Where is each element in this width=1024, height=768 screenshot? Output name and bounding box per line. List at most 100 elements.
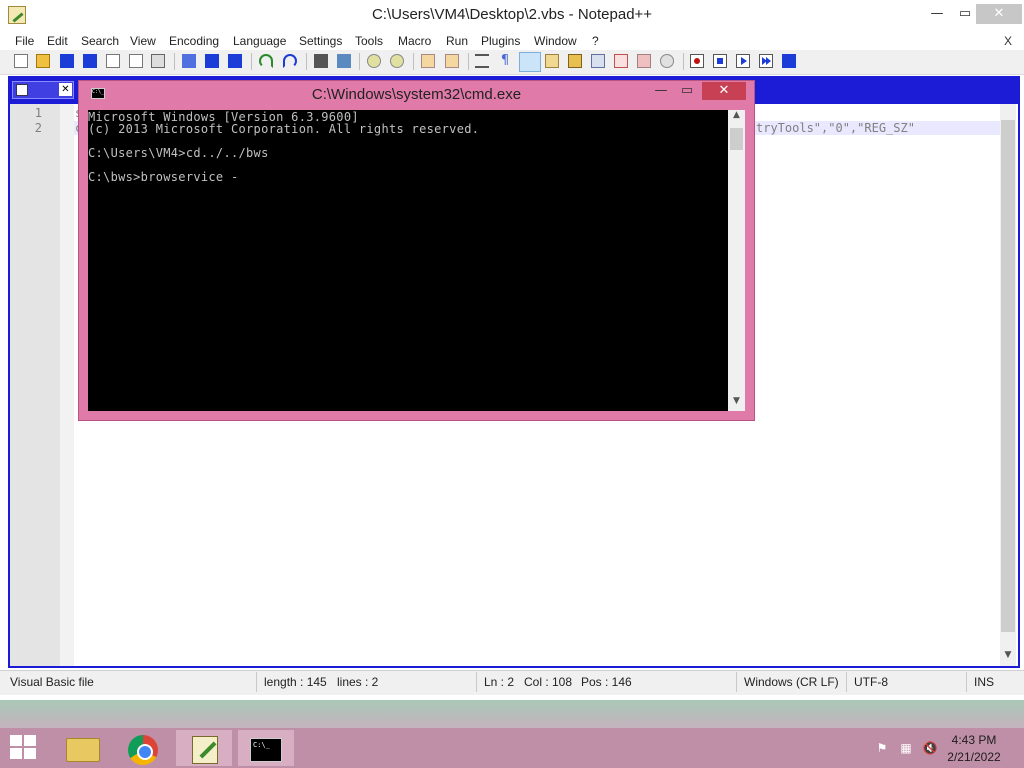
playback-macro-icon[interactable] [736,54,750,68]
cmd-scroll-down-arrow-icon[interactable]: ▼ [728,396,745,410]
desktop-background [0,700,1024,728]
menu-item-tools[interactable]: Tools [355,34,383,48]
cmd-output-line: (c) 2013 Microsoft Corporation. All righ… [88,122,480,136]
close-tab-icon[interactable]: ✕ [59,83,72,96]
document-tab[interactable]: ✕ [12,81,74,99]
redo-icon[interactable] [283,54,297,68]
document-list-icon[interactable] [591,54,605,68]
clock-date[interactable]: 2/21/2022 [944,750,1004,764]
menu-item-help[interactable]: ? [592,34,599,48]
copy-icon[interactable] [205,54,219,68]
status-file-type: Visual Basic file [10,675,94,689]
windows-logo-icon [24,748,36,759]
network-icon[interactable]: ▦ [898,740,914,756]
folder-as-workspace-icon[interactable] [637,54,651,68]
file-tab-icon [16,84,28,96]
menu-item-language[interactable]: Language [233,34,286,48]
minimize-button[interactable]: — [922,4,952,24]
status-encoding: UTF-8 [854,675,888,689]
status-pos: Pos : 146 [581,675,632,689]
action-center-flag-icon[interactable]: ⚑ [874,740,890,756]
status-divider [736,672,737,692]
menu-item-macro[interactable]: Macro [398,34,431,48]
stop-recording-icon[interactable] [713,54,727,68]
taskbar-cmd[interactable]: C:\_ [238,730,294,766]
taskbar-file-explorer[interactable] [54,730,110,766]
toolbar-separator [306,53,307,70]
taskbar-notepad-plus-plus[interactable] [176,730,232,766]
status-length: length : 145 [264,675,327,689]
undo-icon[interactable] [259,54,273,68]
clock-time[interactable]: 4:43 PM [944,733,1004,747]
menu-item-encoding[interactable]: Encoding [169,34,219,48]
function-list-icon[interactable] [614,54,628,68]
toolbar-separator [251,53,252,70]
cmd-scroll-up-arrow-icon[interactable]: ▲ [728,110,745,124]
cmd-taskbar-icon-text: C:\_ [253,741,270,749]
cmd-close-button[interactable]: ✕ [702,82,746,100]
status-ln: Ln : 2 [484,675,515,689]
menu-item-window[interactable]: Window [534,34,577,48]
new-file-icon[interactable] [14,54,28,68]
cmd-scrollbar-thumb[interactable] [730,128,743,150]
windows-logo-icon [10,735,22,746]
close-all-icon[interactable] [129,54,143,68]
cmd-maximize-button[interactable]: ▭ [676,82,698,100]
toolbar-separator [683,53,684,70]
menu-item-search[interactable]: Search [81,34,119,48]
sync-horizontal-icon[interactable] [445,54,459,68]
cmd-minimize-button[interactable]: — [650,82,672,100]
menu-item-view[interactable]: View [130,34,156,48]
print-icon[interactable] [151,54,165,68]
replace-icon[interactable] [337,54,351,68]
save-all-icon[interactable] [83,54,97,68]
folder-icon [66,738,100,762]
status-col: Col : 108 [524,675,573,689]
status-divider [476,672,477,692]
record-macro-icon[interactable] [690,54,704,68]
open-file-icon[interactable] [36,54,50,68]
cmd-vertical-scrollbar[interactable] [728,110,745,411]
paste-icon[interactable] [228,54,242,68]
user-defined-language-icon[interactable] [545,54,559,68]
toolbar-separator [174,53,175,70]
scroll-down-arrow-icon[interactable]: ▼ [1000,650,1016,664]
sync-vertical-icon[interactable] [421,54,435,68]
save-macro-icon[interactable] [782,54,796,68]
volume-muted-icon[interactable]: 🔇 [922,740,938,756]
save-icon[interactable] [60,54,74,68]
menu-item-settings[interactable]: Settings [299,34,342,48]
close-button[interactable]: ✕ [976,4,1022,24]
windows-logo-icon [10,748,22,759]
show-all-characters-icon[interactable]: ¶ [498,54,512,68]
toolbar-separator [413,53,414,70]
cmd-output-line: C:\Users\VM4>cd../../bws [88,146,269,160]
monitoring-icon[interactable] [660,54,674,68]
cut-icon[interactable] [182,54,196,68]
windows-logo-icon [24,735,36,746]
line-number-gutter [10,104,60,666]
line-number-2: 2 [34,121,42,135]
status-divider [966,672,967,692]
cmd-prompt-line: C:\bws>browservice - [88,170,239,184]
run-macro-multiple-icon[interactable] [759,54,773,68]
menu-item-plugins[interactable]: Plugins [481,34,520,48]
menu-item-file[interactable]: File [15,34,34,48]
find-icon[interactable] [314,54,328,68]
status-eol: Windows (CR LF) [744,675,839,689]
close-document-button[interactable]: X [1004,34,1012,48]
status-divider [256,672,257,692]
word-wrap-icon[interactable] [475,54,489,68]
taskbar-chrome[interactable] [116,730,172,766]
document-map-icon[interactable] [568,54,582,68]
close-file-icon[interactable] [106,54,120,68]
indent-guide-icon[interactable] [519,52,541,72]
menu-item-edit[interactable]: Edit [47,34,68,48]
menu-item-run[interactable]: Run [446,34,468,48]
code-line-2-visible-text: tryTools","0","REG_SZ" [756,121,915,135]
start-button[interactable] [10,735,38,761]
zoom-in-icon[interactable] [367,54,381,68]
zoom-out-icon[interactable] [390,54,404,68]
editor-scrollbar-thumb[interactable] [1001,120,1015,632]
status-lines: lines : 2 [337,675,379,689]
